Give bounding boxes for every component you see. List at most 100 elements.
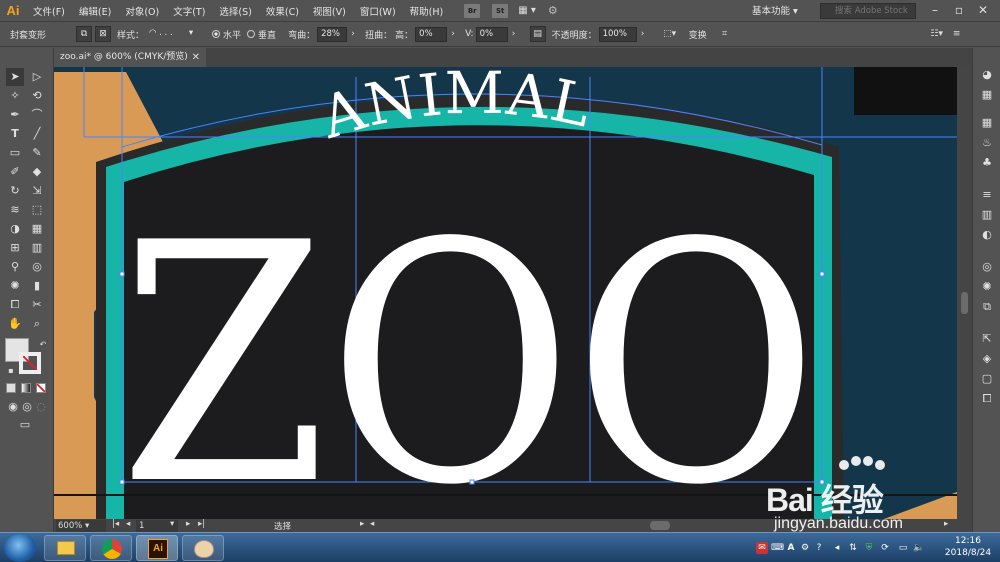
default-colors-icon[interactable]: ▪ — [2, 362, 20, 380]
bend-input[interactable]: 28% — [317, 26, 348, 42]
tray-help-icon[interactable]: ? — [813, 542, 825, 554]
selection-handle[interactable] — [469, 479, 475, 485]
hand-tool-icon[interactable]: ✋ — [6, 315, 24, 333]
symbol-sprayer-tool-icon[interactable]: ✺ — [6, 277, 24, 295]
artboards-panel-icon[interactable]: ⧉ — [979, 300, 995, 314]
perspective-grid-tool-icon[interactable]: ▦ — [28, 220, 46, 238]
selection-handle[interactable] — [119, 271, 125, 277]
align-icon[interactable]: ⬚▾ — [659, 26, 681, 42]
rectangle-tool-icon[interactable]: ▭ — [6, 144, 24, 162]
bridge-icon[interactable]: Br — [464, 3, 481, 18]
direct-selection-tool-icon[interactable]: ▷ — [28, 68, 46, 86]
swap-fill-stroke-icon[interactable]: ↶ — [34, 336, 52, 354]
first-artboard-icon[interactable]: |◂ — [112, 519, 119, 529]
transparency-panel-icon[interactable]: ◐ — [979, 228, 995, 242]
rotate-tool-icon[interactable]: ↻ — [6, 182, 24, 200]
vertical-radio[interactable] — [247, 30, 256, 38]
paint-icon[interactable] — [182, 535, 224, 561]
menu-select[interactable]: 选择(S) — [212, 4, 258, 18]
chrome-icon[interactable] — [90, 535, 132, 561]
vertical-scrollbar[interactable] — [957, 67, 972, 519]
last-artboard-icon[interactable]: ▸| — [198, 519, 205, 529]
next-artboard-icon[interactable]: ▸ — [186, 519, 190, 529]
artboard-canvas[interactable]: ANIMAL ZOO — [54, 67, 957, 519]
brushes-panel-icon[interactable]: ♨ — [979, 136, 995, 150]
menu-edit[interactable]: 编辑(E) — [72, 4, 118, 18]
document-tab[interactable]: zoo.ai* @ 600% (CMYK/预览) ✕ — [54, 48, 206, 67]
menu-effect[interactable]: 效果(C) — [259, 4, 306, 18]
gradient-mode-icon[interactable] — [21, 383, 31, 393]
pathfinder-panel-icon[interactable]: ⧠ — [979, 392, 995, 406]
blend-tool-icon[interactable]: ◎ — [28, 258, 46, 276]
stroke-swatch[interactable] — [19, 352, 41, 374]
transform-link[interactable]: 变换 — [689, 28, 707, 41]
maximize-icon[interactable]: ▫ — [950, 1, 968, 19]
edit-contents-icon[interactable]: ▤ — [529, 26, 546, 42]
arrange-documents-icon[interactable]: ▦ ▾ — [518, 5, 536, 16]
color-mode-icon[interactable] — [6, 383, 16, 393]
style-dropdown[interactable]: ◠ . . . ▾ — [146, 27, 202, 42]
artboard-tool-icon[interactable]: ⧠ — [6, 296, 24, 314]
stock-icon[interactable]: St — [492, 3, 509, 18]
illustrator-icon[interactable]: Ai — [136, 535, 178, 561]
horizontal-radio[interactable] — [212, 30, 221, 38]
start-button[interactable] — [4, 534, 36, 562]
distort-v-input[interactable]: 0% — [475, 26, 508, 42]
export-panel-icon[interactable]: ⇱ — [979, 332, 995, 346]
slice-tool-icon[interactable]: ✂ — [28, 296, 46, 314]
gpu-performance-icon[interactable]: ⚙ — [548, 4, 558, 17]
zoom-tool-icon[interactable]: ⌕ — [28, 315, 46, 333]
stroke-panel-icon[interactable]: ≡ — [979, 188, 995, 202]
draw-inside-icon[interactable]: ◌ — [32, 398, 50, 416]
tray-keyboard-icon[interactable]: ⌨ — [771, 542, 784, 554]
magic-wand-tool-icon[interactable]: ✧ — [6, 87, 24, 105]
curvature-tool-icon[interactable]: ⌒ — [28, 106, 46, 124]
explorer-icon[interactable] — [44, 535, 86, 561]
tray-expand-icon[interactable]: ◂ — [831, 542, 843, 554]
color-guide-icon[interactable]: ▦ — [979, 88, 995, 102]
tray-network-icon[interactable]: ⇅ — [847, 542, 859, 554]
menu-object[interactable]: 对象(O) — [118, 4, 166, 18]
minimize-icon[interactable]: – — [926, 1, 944, 19]
pen-tool-icon[interactable]: ✒ — [6, 106, 24, 124]
appearance-panel-icon[interactable]: ◎ — [979, 260, 995, 274]
symbols-panel-icon[interactable]: ♣ — [979, 156, 995, 170]
gradient-tool-icon[interactable]: ▥ — [28, 239, 46, 257]
paintbrush-tool-icon[interactable]: ✎ — [28, 144, 46, 162]
distort-v-arrow-icon[interactable]: › — [508, 26, 520, 42]
screen-mode-icon[interactable]: ▭ — [16, 416, 34, 434]
eraser-tool-icon[interactable]: ◆ — [28, 163, 46, 181]
tray-display-icon[interactable]: ▭ — [897, 542, 909, 554]
links-panel-icon[interactable]: ▢ — [979, 372, 995, 386]
type-tool-icon[interactable]: T — [6, 125, 24, 143]
isolate-icon[interactable]: ⌗ — [717, 26, 733, 42]
opacity-arrow-icon[interactable]: › — [637, 26, 649, 42]
vertical-scroll-thumb[interactable] — [961, 292, 968, 314]
previous-artboard-icon[interactable]: ◂ — [126, 519, 130, 529]
taskbar-clock[interactable]: 12:16 2018/8/24 — [938, 535, 998, 559]
menu-type[interactable]: 文字(T) — [166, 4, 212, 18]
selection-handle[interactable] — [119, 479, 125, 485]
tray-update-icon[interactable]: ⟳ — [879, 542, 891, 554]
scroll-left-icon[interactable]: ◂ — [370, 519, 374, 529]
stock-search-input[interactable] — [820, 3, 916, 19]
line-tool-icon[interactable]: ╱ — [28, 125, 46, 143]
tray-security-icon[interactable]: ⛨ — [863, 542, 875, 554]
gradient-panel-icon[interactable]: ▥ — [979, 208, 995, 222]
eyedropper-tool-icon[interactable]: ⚲ — [6, 258, 24, 276]
mesh-tool-icon[interactable]: ⊞ — [6, 239, 24, 257]
close-tab-icon[interactable]: ✕ — [192, 48, 200, 67]
lasso-tool-icon[interactable]: ⟲ — [28, 87, 46, 105]
swatches-panel-icon[interactable]: ▦ — [979, 116, 995, 130]
artboard-dropdown-icon[interactable]: ▾ — [170, 519, 174, 529]
scale-tool-icon[interactable]: ⇲ — [28, 182, 46, 200]
close-icon[interactable]: ✕ — [974, 1, 992, 19]
none-mode-icon[interactable] — [36, 383, 46, 393]
selection-handle[interactable] — [819, 271, 825, 277]
menu-file[interactable]: 文件(F) — [26, 4, 72, 18]
width-tool-icon[interactable]: ≋ — [6, 201, 24, 219]
distort-h-arrow-icon[interactable]: › — [447, 26, 459, 42]
graph-tool-icon[interactable]: ▮ — [28, 277, 46, 295]
color-panel-icon[interactable]: ◕ — [979, 68, 995, 82]
menu-view[interactable]: 视图(V) — [306, 4, 353, 18]
